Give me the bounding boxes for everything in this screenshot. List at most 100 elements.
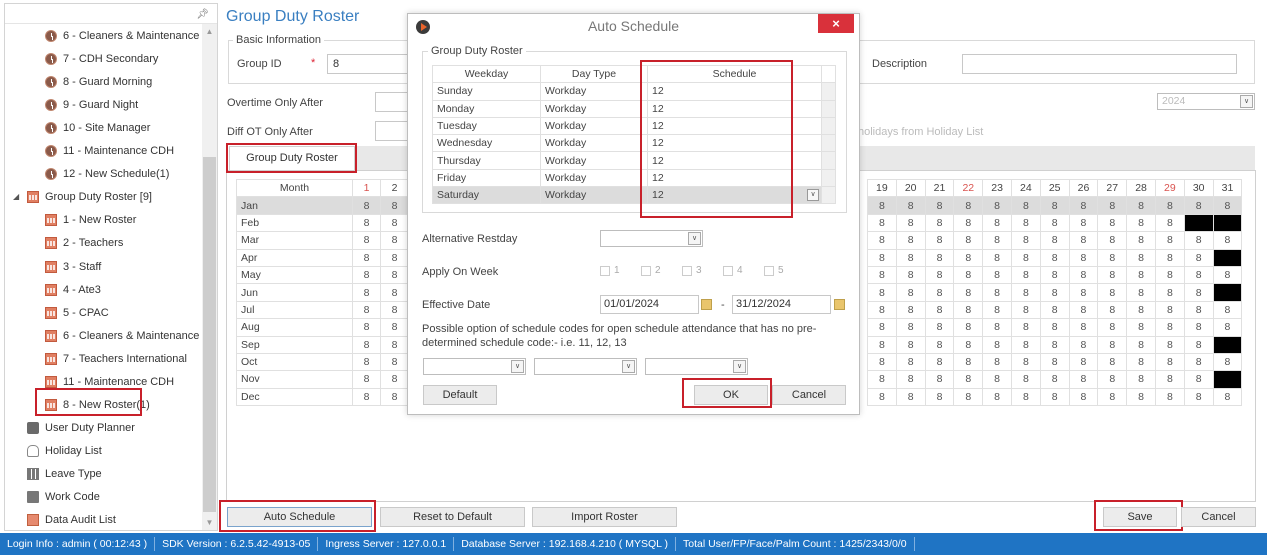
day-cell[interactable]: 8 (953, 196, 984, 215)
weekday-cell[interactable]: Wednesday (432, 134, 541, 153)
day-cell[interactable]: 8 (1097, 231, 1128, 250)
day-cell[interactable]: 8 (924, 352, 955, 372)
day-cell[interactable]: 8 (924, 213, 955, 233)
tree-item-roster[interactable]: 7 - Teachers International (45, 349, 187, 369)
day-cell[interactable]: 8 (352, 387, 381, 407)
option-select-2[interactable]: ∨ (534, 358, 637, 375)
tree-item-schedule[interactable]: 9 - Guard Night (45, 95, 138, 115)
checkbox-box[interactable] (682, 265, 692, 276)
day-cell[interactable]: 8 (1126, 196, 1156, 215)
day-cell[interactable]: 8 (352, 213, 381, 233)
day-cell[interactable]: 8 (352, 283, 381, 302)
day-cell[interactable]: 8 (924, 196, 955, 215)
day-cell[interactable]: 8 (1039, 352, 1070, 372)
day-cell[interactable]: 8 (1010, 387, 1041, 407)
day-cell[interactable]: 8 (924, 265, 955, 285)
tree-item-data-audit-list[interactable]: Data Audit List (27, 510, 116, 530)
day-cell[interactable]: 8 (1212, 352, 1243, 372)
day-cell[interactable]: 8 (895, 265, 926, 285)
alt-restday-select[interactable]: ∨ (600, 230, 703, 247)
day-cell[interactable]: 8 (1068, 335, 1099, 354)
column-day[interactable]: 22 (953, 178, 984, 198)
day-cell[interactable]: 8 (1154, 300, 1185, 320)
day-cell[interactable]: 8 (1154, 387, 1185, 407)
week-checkbox[interactable]: 2 (641, 265, 661, 276)
weekday-cell[interactable]: Tuesday (432, 116, 541, 136)
day-cell[interactable]: 8 (1097, 300, 1128, 320)
column-day[interactable]: 19 (867, 178, 897, 198)
day-cell[interactable]: 8 (380, 352, 409, 372)
day-cell[interactable]: 8 (953, 370, 984, 389)
day-cell[interactable]: 8 (380, 283, 409, 302)
day-cell[interactable]: 8 (1097, 196, 1128, 215)
day-cell[interactable]: 8 (895, 387, 926, 407)
weekday-cell[interactable]: Monday (432, 99, 541, 118)
day-type-cell[interactable]: Workday (540, 168, 648, 188)
day-cell[interactable]: 8 (1212, 387, 1243, 407)
import-roster-button[interactable]: Import Roster (532, 507, 677, 527)
option-select-3[interactable]: ∨ (645, 358, 748, 375)
week-checkbox[interactable]: 4 (723, 265, 743, 276)
tree-item-schedule[interactable]: 12 - New Schedule(1) (45, 164, 169, 184)
day-cell[interactable]: 8 (1039, 387, 1070, 407)
day-cell[interactable]: 8 (1010, 370, 1041, 389)
day-cell[interactable]: 8 (953, 265, 984, 285)
day-cell[interactable]: 8 (1039, 213, 1070, 233)
checkbox-box[interactable] (764, 265, 774, 276)
day-cell[interactable]: 8 (1212, 196, 1243, 215)
day-cell[interactable]: 8 (982, 352, 1012, 372)
day-cell[interactable]: 8 (1183, 248, 1214, 267)
day-cell[interactable]: 8 (867, 387, 897, 407)
day-cell[interactable]: 8 (1068, 387, 1099, 407)
day-cell[interactable]: 8 (1068, 352, 1099, 372)
week-checkbox[interactable]: 5 (764, 265, 784, 276)
day-cell[interactable]: 8 (1010, 300, 1041, 320)
diff-ot-input[interactable] (375, 121, 410, 141)
weekday-cell[interactable]: Saturday (432, 186, 541, 205)
day-cell[interactable]: 8 (352, 248, 381, 267)
sidebar-scrollbar[interactable]: ▲ ▼ (202, 24, 217, 530)
day-cell[interactable]: 8 (1068, 213, 1099, 233)
column-day[interactable]: 27 (1097, 178, 1128, 198)
day-cell[interactable]: 8 (1068, 370, 1099, 389)
scrollbar-thumb[interactable] (203, 157, 216, 512)
day-cell[interactable]: 8 (953, 248, 984, 267)
day-cell[interactable]: 8 (982, 248, 1012, 267)
day-cell[interactable]: 8 (1068, 300, 1099, 320)
day-cell[interactable]: 8 (1010, 196, 1041, 215)
scroll-up-icon[interactable]: ▲ (202, 27, 217, 36)
tree-item-schedule[interactable]: 6 - Cleaners & Maintenance (45, 26, 199, 46)
calendar-icon[interactable] (701, 299, 712, 310)
weekday-cell[interactable]: Sunday (432, 82, 541, 101)
reset-default-button[interactable]: Reset to Default (380, 507, 525, 527)
default-button[interactable]: Default (423, 385, 497, 405)
column-day[interactable]: 24 (1010, 178, 1041, 198)
day-cell[interactable]: 8 (895, 335, 926, 354)
tree-item-roster[interactable]: 4 - Ate3 (45, 280, 101, 300)
day-cell[interactable]: 8 (1212, 231, 1243, 250)
day-cell[interactable]: 8 (1039, 300, 1070, 320)
day-cell[interactable]: 8 (1039, 318, 1070, 337)
column-day[interactable]: 30 (1183, 178, 1214, 198)
cancel-button[interactable]: Cancel (1181, 507, 1256, 527)
column-day[interactable]: 29 (1154, 178, 1185, 198)
day-cell[interactable]: 8 (953, 300, 984, 320)
column-day-type[interactable]: Day Type (540, 64, 648, 84)
day-cell[interactable]: 8 (1183, 231, 1214, 250)
day-cell[interactable]: 8 (1154, 352, 1185, 372)
checkbox-box[interactable] (600, 265, 610, 276)
tree-item-schedule[interactable]: 7 - CDH Secondary (45, 49, 158, 69)
day-cell[interactable]: 8 (1212, 318, 1243, 337)
week-checkbox[interactable]: 3 (682, 265, 702, 276)
day-cell[interactable]: 8 (1126, 265, 1156, 285)
day-cell[interactable]: 8 (924, 300, 955, 320)
day-cell[interactable]: 8 (982, 265, 1012, 285)
day-cell[interactable]: 8 (1154, 370, 1185, 389)
day-cell[interactable]: 8 (1154, 265, 1185, 285)
scroll-down-icon[interactable]: ▼ (202, 518, 217, 527)
chevron-down-icon[interactable]: ∨ (1240, 95, 1253, 108)
day-cell[interactable]: 8 (380, 318, 409, 337)
day-cell[interactable]: 8 (1183, 196, 1214, 215)
day-cell[interactable]: 8 (982, 283, 1012, 302)
day-cell[interactable]: 8 (1010, 335, 1041, 354)
